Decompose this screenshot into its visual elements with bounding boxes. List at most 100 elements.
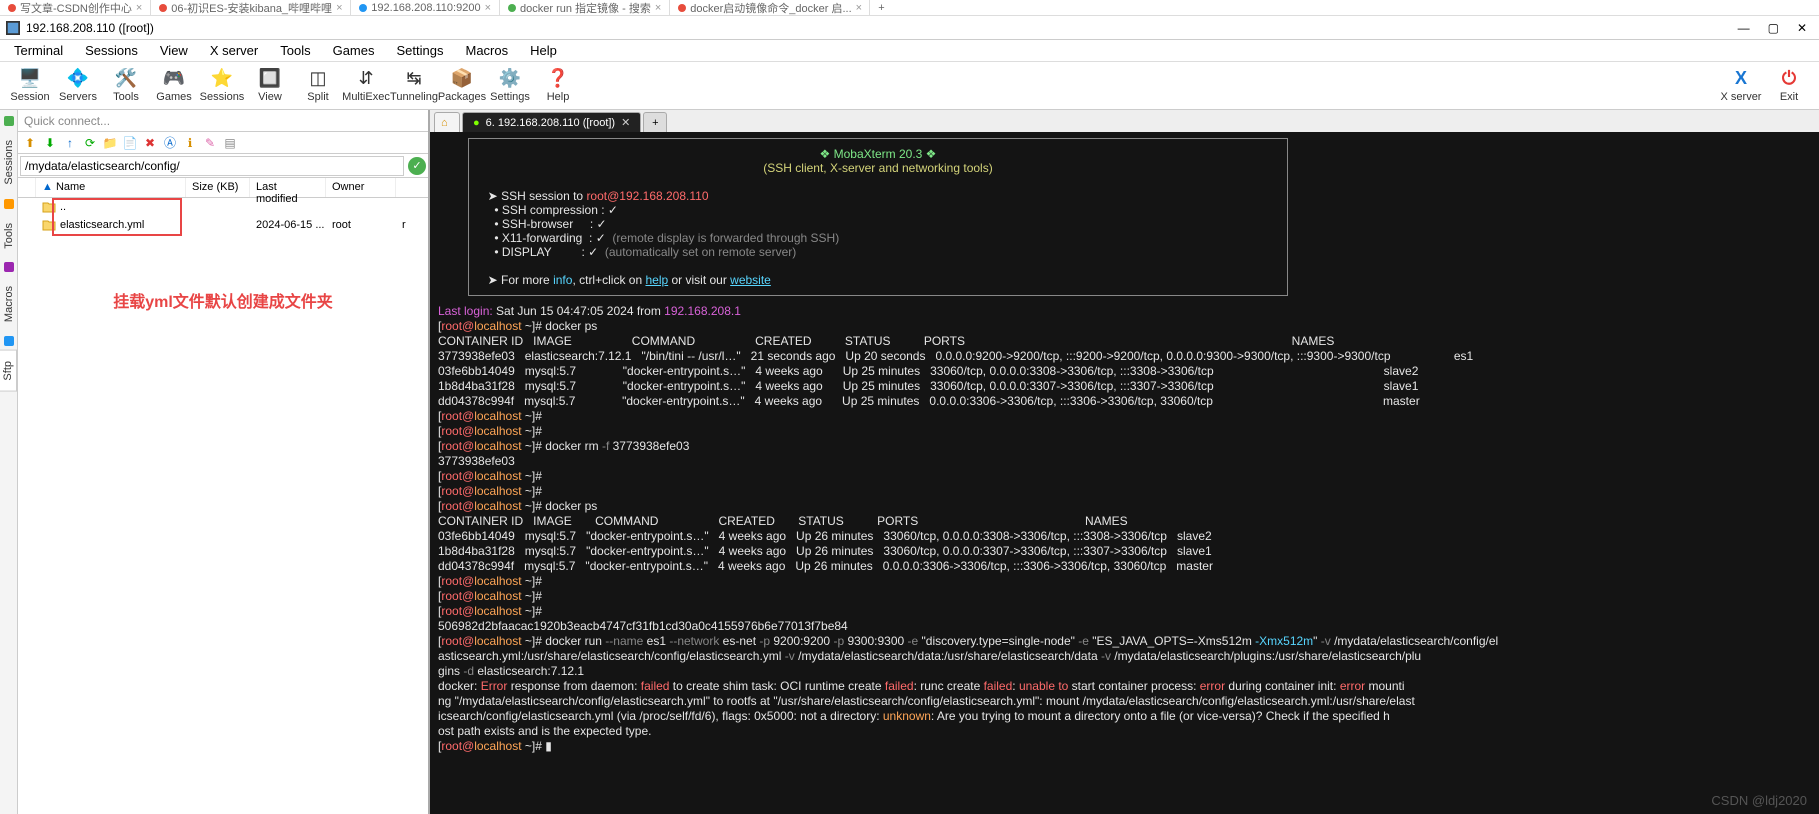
sftp-path-bar: ✓ xyxy=(18,154,428,178)
menu-macros[interactable]: Macros xyxy=(455,40,518,61)
tools-icon: 🛠️ xyxy=(116,69,136,89)
servers-button[interactable]: 💠 Servers xyxy=(54,63,102,109)
sftp-path-input[interactable] xyxy=(20,156,404,176)
close-icon[interactable]: × xyxy=(655,2,661,14)
menu-sessions[interactable]: Sessions xyxy=(75,40,148,61)
toolbar-label: Settings xyxy=(490,91,530,103)
terminal[interactable]: ❖ MobaXterm 20.3 ❖(SSH client, X-server … xyxy=(430,132,1819,814)
tab-close-icon[interactable]: ✕ xyxy=(621,116,630,129)
menu-x-server[interactable]: X server xyxy=(200,40,268,61)
side-tab-sessions[interactable]: Sessions xyxy=(1,130,17,195)
new-folder-icon[interactable]: 📁 xyxy=(102,135,118,151)
toolbar-label: Split xyxy=(307,91,328,103)
exit-button[interactable]: ⏻Exit xyxy=(1765,63,1813,109)
browser-tab[interactable]: 192.168.208.110:9200 × xyxy=(351,0,500,15)
close-button[interactable]: ✕ xyxy=(1797,21,1807,35)
upload-icon[interactable]: ⬆ xyxy=(22,135,38,151)
favicon-icon xyxy=(159,4,167,12)
side-tab-macros[interactable]: Macros xyxy=(1,276,17,332)
watermark: CSDN @ldj2020 xyxy=(1711,794,1807,808)
toolbar-label: Exit xyxy=(1780,91,1798,103)
menu-view[interactable]: View xyxy=(150,40,198,61)
menu-settings[interactable]: Settings xyxy=(387,40,454,61)
edit-icon[interactable]: ✎ xyxy=(202,135,218,151)
col-size[interactable]: Size (KB) xyxy=(186,178,250,197)
toolbar-label: Servers xyxy=(59,91,97,103)
side-icon xyxy=(4,116,14,126)
menu-terminal[interactable]: Terminal xyxy=(4,40,73,61)
col-name[interactable]: ▲ Name xyxy=(36,178,186,197)
close-icon[interactable]: × xyxy=(856,2,862,14)
sessions-button[interactable]: ⭐Sessions xyxy=(198,63,246,109)
highlight-box xyxy=(52,198,182,236)
packages-button[interactable]: 📦Packages xyxy=(438,63,486,109)
props-icon[interactable]: ℹ xyxy=(182,135,198,151)
tab-add[interactable]: + xyxy=(643,112,667,132)
menu-help[interactable]: Help xyxy=(520,40,567,61)
browser-tab[interactable]: + xyxy=(870,0,892,15)
menu-bar: TerminalSessionsViewX serverToolsGamesSe… xyxy=(0,40,1819,62)
minimize-button[interactable]: — xyxy=(1738,21,1750,35)
side-icon xyxy=(4,336,14,346)
tab-label: 写文章-CSDN创作中心 xyxy=(20,0,132,15)
rename-icon[interactable]: Ⓐ xyxy=(162,135,178,151)
col-modified[interactable]: Last modified xyxy=(250,178,326,197)
toolbar-label: Tools xyxy=(113,91,139,103)
favicon-icon xyxy=(8,4,16,12)
close-icon[interactable]: × xyxy=(136,2,142,14)
packages-icon: 📦 xyxy=(452,69,472,89)
up-dir-icon[interactable]: ↑ xyxy=(62,135,78,151)
terminal-area: ⌂ ● 6. 192.168.208.110 ([root]) ✕ + ❖ Mo… xyxy=(430,110,1819,814)
delete-icon[interactable]: ✖ xyxy=(142,135,158,151)
menu-games[interactable]: Games xyxy=(323,40,385,61)
xserver-button[interactable]: XX server xyxy=(1717,63,1765,109)
tab-label: + xyxy=(878,2,884,14)
close-icon[interactable]: × xyxy=(485,2,491,14)
new-file-icon[interactable]: 📄 xyxy=(122,135,138,151)
tab-label: 192.168.208.110:9200 xyxy=(371,2,480,14)
tools-button[interactable]: 🛠️ Tools xyxy=(102,63,150,109)
app-icon xyxy=(6,21,20,35)
browse-icon[interactable]: ▤ xyxy=(222,135,238,151)
help-button[interactable]: ❓Help xyxy=(534,63,582,109)
toolbar-label: Help xyxy=(547,91,570,103)
multiexec-button[interactable]: ⇵MultiExec xyxy=(342,63,390,109)
servers-icon: 💠 xyxy=(68,69,88,89)
toolbar: 🖥️Session 💠 Servers 🛠️ Tools 🎮Games⭐Sessions🔲… xyxy=(0,62,1819,110)
download-icon[interactable]: ⬇ xyxy=(42,135,58,151)
browser-tab[interactable]: docker run 指定镜像 - 搜索 × xyxy=(500,0,670,15)
multiexec-icon: ⇵ xyxy=(356,69,376,89)
tab-label: docker启动镜像命令_docker 启... xyxy=(690,0,851,15)
sftp-panel: Quick connect... ⬆ ⬇ ↑ ⟳ 📁 📄 ✖ Ⓐ ℹ ✎ ▤ ✓… xyxy=(18,110,430,814)
maximize-button[interactable]: ▢ xyxy=(1768,21,1779,35)
browser-tab-strip: 写文章-CSDN创作中心×06-初识ES-安装kibana_哔哩哔哩×192.1… xyxy=(0,0,1819,16)
sftp-toolbar: ⬆ ⬇ ↑ ⟳ 📁 📄 ✖ Ⓐ ℹ ✎ ▤ xyxy=(18,132,428,154)
col-owner[interactable]: Owner xyxy=(326,178,396,197)
side-icon xyxy=(4,199,14,209)
close-icon[interactable]: × xyxy=(336,2,342,14)
browser-tab[interactable]: 写文章-CSDN创作中心 × xyxy=(0,0,151,15)
favicon-icon xyxy=(359,4,367,12)
tab-label: 6. 192.168.208.110 ([root]) xyxy=(486,117,615,129)
quick-connect[interactable]: Quick connect... xyxy=(18,110,428,132)
games-button[interactable]: 🎮Games xyxy=(150,63,198,109)
settings-icon: ⚙️ xyxy=(500,69,520,89)
tab-label: docker run 指定镜像 - 搜索 xyxy=(520,0,651,15)
browser-tab[interactable]: 06-初识ES-安装kibana_哔哩哔哩× xyxy=(151,0,351,15)
left-sidebar: Sessions Tools Macros Sftp xyxy=(0,110,18,814)
split-button[interactable]: ◫Split xyxy=(294,63,342,109)
settings-button[interactable]: ⚙️ Settings xyxy=(486,63,534,109)
tunneling-button[interactable]: ↹Tunneling xyxy=(390,63,438,109)
tab-session[interactable]: ● 6. 192.168.208.110 ([root]) ✕ xyxy=(462,112,641,132)
browser-tab[interactable]: docker启动镜像命令_docker 启... × xyxy=(670,0,870,15)
session-button[interactable]: 🖥️Session xyxy=(6,63,54,109)
file-right: r xyxy=(402,219,406,231)
view-button[interactable]: 🔲View xyxy=(246,63,294,109)
side-tab-tools[interactable]: Tools xyxy=(1,213,17,259)
xserver-icon: X xyxy=(1731,69,1751,89)
refresh-icon[interactable]: ⟳ xyxy=(82,135,98,151)
tab-home[interactable]: ⌂ xyxy=(434,112,460,132)
side-tab-sftp[interactable]: Sftp xyxy=(0,350,17,392)
menu-tools[interactable]: Tools xyxy=(270,40,320,61)
side-icon xyxy=(4,262,14,272)
